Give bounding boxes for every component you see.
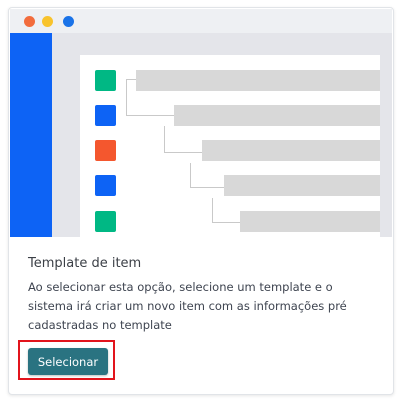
- illustration-window-titlebar: [10, 9, 392, 33]
- window-maximize-dot-icon: [63, 16, 74, 27]
- card-description: Ao selecionar esta opção, selecione um t…: [28, 280, 347, 332]
- tree-item-bar: [224, 175, 380, 196]
- tree-item-square-icon: [95, 211, 116, 232]
- tree-connector: [212, 198, 213, 223]
- tree-connector: [212, 222, 240, 223]
- tree-item-square-icon: [95, 105, 116, 126]
- card-title: Template de item: [28, 256, 142, 271]
- tree-item-bar: [240, 211, 380, 232]
- tree-connector: [164, 152, 202, 153]
- tree-connector: [126, 79, 136, 80]
- template-option-card[interactable]: Template de item Ao selecionar esta opçã…: [8, 7, 394, 395]
- tree-item-square-icon: [95, 175, 116, 196]
- illustration-sidebar: [10, 33, 52, 237]
- tree-connector: [126, 115, 174, 116]
- window-minimize-dot-icon: [42, 16, 53, 27]
- tree-item-bar: [136, 70, 380, 91]
- tree-item-square-icon: [95, 70, 116, 91]
- select-button[interactable]: Selecionar: [28, 348, 108, 375]
- tree-connector: [164, 126, 165, 153]
- tree-connector: [190, 163, 191, 188]
- tree-connector: [126, 79, 127, 116]
- window-close-dot-icon: [24, 16, 35, 27]
- template-illustration: [10, 9, 392, 237]
- tree-item-bar: [202, 140, 380, 161]
- tree-item-square-icon: [95, 140, 116, 161]
- tree-connector: [190, 187, 224, 188]
- tree-item-bar: [174, 105, 380, 126]
